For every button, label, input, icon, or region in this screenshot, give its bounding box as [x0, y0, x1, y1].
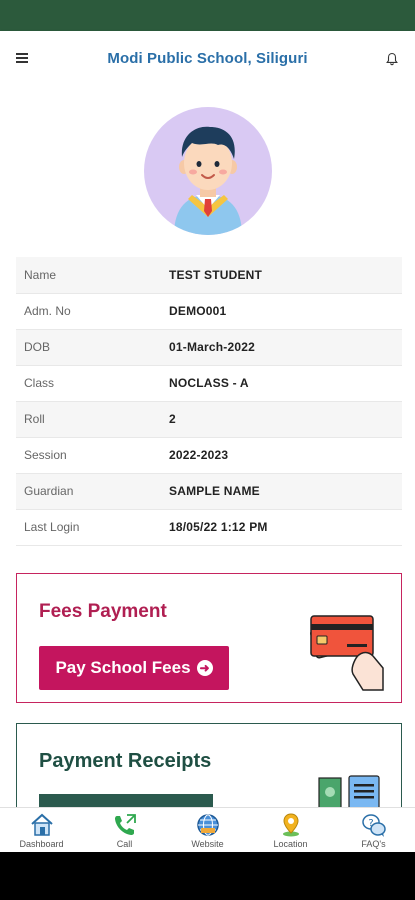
table-row: Last Login 18/05/22 1:12 PM [16, 509, 402, 545]
row-value: NOCLASS - A [169, 376, 249, 390]
row-value: 2 [169, 412, 176, 426]
row-label: Roll [24, 412, 45, 426]
bottom-navigation: Dashboard Call Website Location ? FAQ's [0, 807, 415, 852]
row-label: Session [24, 448, 67, 462]
nav-label-dashboard: Dashboard [19, 839, 64, 849]
nav-item-faqs[interactable]: ? FAQ's [335, 808, 413, 852]
row-value: 2022-2023 [169, 448, 229, 462]
page-title: Modi Public School, Siliguri [107, 50, 308, 67]
home-icon [30, 813, 53, 836]
main-content: Name TEST STUDENT Adm. No DEMO001 DOB 01-Ma… [0, 87, 415, 807]
phone-icon [114, 814, 136, 835]
payment-receipts-title: Payment Receipts [39, 750, 212, 772]
location-pin-icon [282, 813, 299, 837]
receipt-icon [318, 775, 380, 807]
faq-chat-icon: ? [361, 814, 386, 837]
table-row: Class NOCLASS - A [16, 365, 402, 401]
row-label: DOB [24, 340, 51, 354]
globe-icon [196, 814, 219, 836]
nav-label-website: Website [191, 839, 224, 849]
pay-button-label: Pay School Fees [55, 658, 191, 677]
status-bar [0, 0, 415, 31]
row-label: Adm. No [24, 304, 71, 318]
row-value: 01-March-2022 [169, 340, 255, 354]
row-label: Class [24, 376, 55, 390]
system-navigation-bar [0, 852, 415, 900]
nav-label-faqs: FAQ's [361, 839, 386, 849]
payment-receipts-card: Payment Receipts [16, 723, 402, 807]
app-header: Modi Public School, Siliguri [0, 31, 415, 87]
fees-payment-title: Fees Payment [39, 601, 167, 622]
student-info-table: Name TEST STUDENT Adm. No DEMO001 DOB 01-Ma… [16, 257, 402, 546]
table-row: Roll 2 [16, 401, 402, 437]
pay-school-fees-button[interactable]: Pay School Fees ➜ [39, 646, 229, 690]
nav-label-location: Location [273, 839, 308, 849]
credit-card-hand-icon [310, 615, 384, 691]
nav-label-call: Call [116, 839, 133, 849]
row-label: Last Login [24, 520, 80, 534]
table-row: Guardian SAMPLE NAME [16, 473, 402, 509]
nav-item-dashboard[interactable]: Dashboard [3, 808, 81, 852]
nav-item-location[interactable]: Location [252, 808, 330, 852]
student-avatar [144, 107, 272, 235]
table-row: Name TEST STUDENT [16, 257, 402, 293]
arrow-circle-right-icon: ➜ [196, 660, 213, 676]
row-value: TEST STUDENT [169, 267, 263, 282]
nav-item-website[interactable]: Website [169, 808, 247, 852]
table-row: Adm. No DEMO001 [16, 293, 402, 329]
row-value: 18/05/22 1:12 PM [169, 520, 268, 534]
table-row: DOB 01-March-2022 [16, 329, 402, 365]
fees-payment-card: Fees Payment Pay School Fees ➜ [16, 573, 402, 703]
nav-item-call[interactable]: Call [86, 808, 164, 852]
row-label: Guardian [24, 484, 74, 498]
row-value: SAMPLE NAME [169, 484, 260, 498]
view-receipts-button[interactable] [39, 794, 213, 807]
bell-icon[interactable] [385, 52, 399, 66]
row-label: Name [24, 267, 57, 282]
row-value: DEMO001 [169, 304, 227, 318]
table-row: Session 2022-2023 [16, 437, 402, 473]
